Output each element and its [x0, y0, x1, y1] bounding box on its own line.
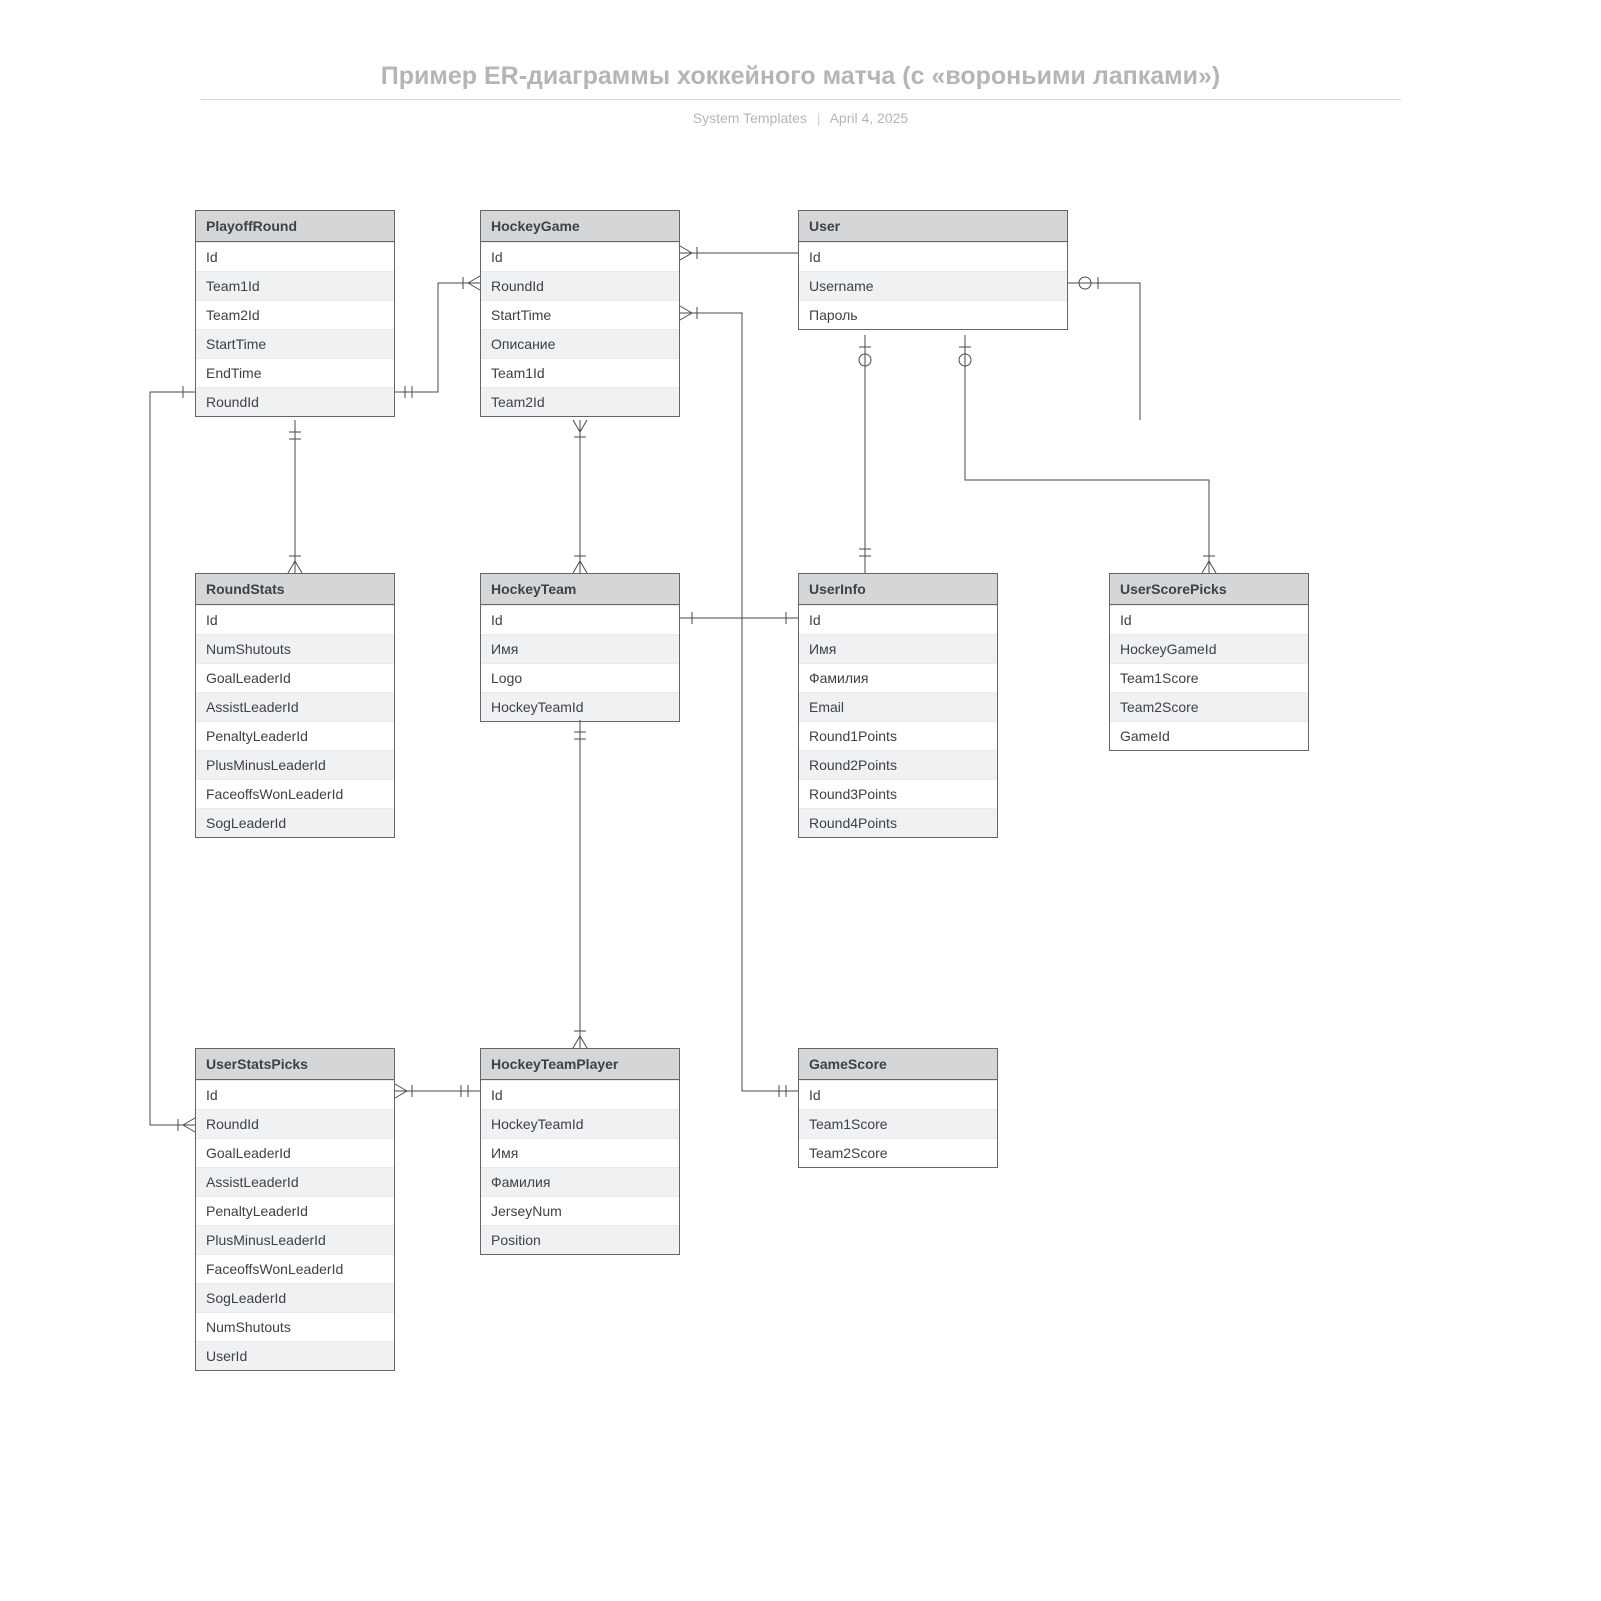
entity-field: Фамилия [799, 663, 997, 692]
entity-field: Round1Points [799, 721, 997, 750]
entity-field: Описание [481, 329, 679, 358]
entity-field: SogLeaderId [196, 808, 394, 837]
diagram-canvas: PlayoffRound Id Team1Id Team2Id StartTim… [0, 0, 1601, 1601]
entity-field: Position [481, 1225, 679, 1254]
entity-field: Team1Score [1110, 663, 1308, 692]
entity-field: Имя [799, 634, 997, 663]
entity-field: RoundId [481, 271, 679, 300]
entity-field: Id [481, 605, 679, 634]
entity-field: Id [799, 605, 997, 634]
entity-field: NumShutouts [196, 634, 394, 663]
entity-field: Фамилия [481, 1167, 679, 1196]
entity-title: HockeyTeam [481, 574, 679, 605]
entity-field: EndTime [196, 358, 394, 387]
entity-field: Team2Id [196, 300, 394, 329]
entity-title: HockeyGame [481, 211, 679, 242]
entity-field: HockeyTeamId [481, 692, 679, 721]
entity-field: Team1Id [196, 271, 394, 300]
entity-field: Пароль [799, 300, 1067, 329]
entity-field: PlusMinusLeaderId [196, 1225, 394, 1254]
entity-field: Round2Points [799, 750, 997, 779]
entity-field: GoalLeaderId [196, 663, 394, 692]
entity-field: GameId [1110, 721, 1308, 750]
entity-hockeyteam[interactable]: HockeyTeam Id Имя Logo HockeyTeamId [480, 573, 680, 722]
entity-userinfo[interactable]: UserInfo Id Имя Фамилия Email Round1Poin… [798, 573, 998, 838]
entity-userstatspicks[interactable]: UserStatsPicks Id RoundId GoalLeaderId A… [195, 1048, 395, 1371]
entity-title: UserStatsPicks [196, 1049, 394, 1080]
entity-field: Team1Id [481, 358, 679, 387]
entity-field: FaceoffsWonLeaderId [196, 1254, 394, 1283]
entity-user[interactable]: User Id Username Пароль [798, 210, 1068, 330]
entity-field: Id [196, 605, 394, 634]
entity-title: RoundStats [196, 574, 394, 605]
entity-field: PenaltyLeaderId [196, 721, 394, 750]
entity-field: Id [799, 1080, 997, 1109]
entity-field: Username [799, 271, 1067, 300]
entity-field: Email [799, 692, 997, 721]
entity-field: FaceoffsWonLeaderId [196, 779, 394, 808]
entity-hockeygame[interactable]: HockeyGame Id RoundId StartTime Описание… [480, 210, 680, 417]
entity-title: UserScorePicks [1110, 574, 1308, 605]
entity-field: Id [196, 242, 394, 271]
entity-title: HockeyTeamPlayer [481, 1049, 679, 1080]
entity-field: RoundId [196, 1109, 394, 1138]
entity-field: Team2Id [481, 387, 679, 416]
entity-playoffround[interactable]: PlayoffRound Id Team1Id Team2Id StartTim… [195, 210, 395, 417]
entity-field: RoundId [196, 387, 394, 416]
entity-field: StartTime [481, 300, 679, 329]
entity-roundstats[interactable]: RoundStats Id NumShutouts GoalLeaderId A… [195, 573, 395, 838]
entity-field: Id [799, 242, 1067, 271]
entity-field: PlusMinusLeaderId [196, 750, 394, 779]
entity-field: Id [481, 242, 679, 271]
entity-field: Id [1110, 605, 1308, 634]
entity-title: PlayoffRound [196, 211, 394, 242]
entity-field: Round4Points [799, 808, 997, 837]
entity-field: Round3Points [799, 779, 997, 808]
entity-userscorepicks[interactable]: UserScorePicks Id HockeyGameId Team1Scor… [1109, 573, 1309, 751]
entity-field: Id [196, 1080, 394, 1109]
entity-field: GoalLeaderId [196, 1138, 394, 1167]
entity-title: User [799, 211, 1067, 242]
entity-field: Team2Score [1110, 692, 1308, 721]
entity-gamescore[interactable]: GameScore Id Team1Score Team2Score [798, 1048, 998, 1168]
entity-title: GameScore [799, 1049, 997, 1080]
entity-field: StartTime [196, 329, 394, 358]
entity-field: JerseyNum [481, 1196, 679, 1225]
entity-hockeyteamplayer[interactable]: HockeyTeamPlayer Id HockeyTeamId Имя Фам… [480, 1048, 680, 1255]
entity-field: Logo [481, 663, 679, 692]
entity-field: Id [481, 1080, 679, 1109]
entity-field: Имя [481, 1138, 679, 1167]
entity-field: UserId [196, 1341, 394, 1370]
entity-title: UserInfo [799, 574, 997, 605]
entity-field: HockeyTeamId [481, 1109, 679, 1138]
entity-field: AssistLeaderId [196, 1167, 394, 1196]
entity-field: Team2Score [799, 1138, 997, 1167]
entity-field: Team1Score [799, 1109, 997, 1138]
entity-field: PenaltyLeaderId [196, 1196, 394, 1225]
entity-field: HockeyGameId [1110, 634, 1308, 663]
entity-field: NumShutouts [196, 1312, 394, 1341]
entity-field: Имя [481, 634, 679, 663]
entity-field: AssistLeaderId [196, 692, 394, 721]
entity-field: SogLeaderId [196, 1283, 394, 1312]
